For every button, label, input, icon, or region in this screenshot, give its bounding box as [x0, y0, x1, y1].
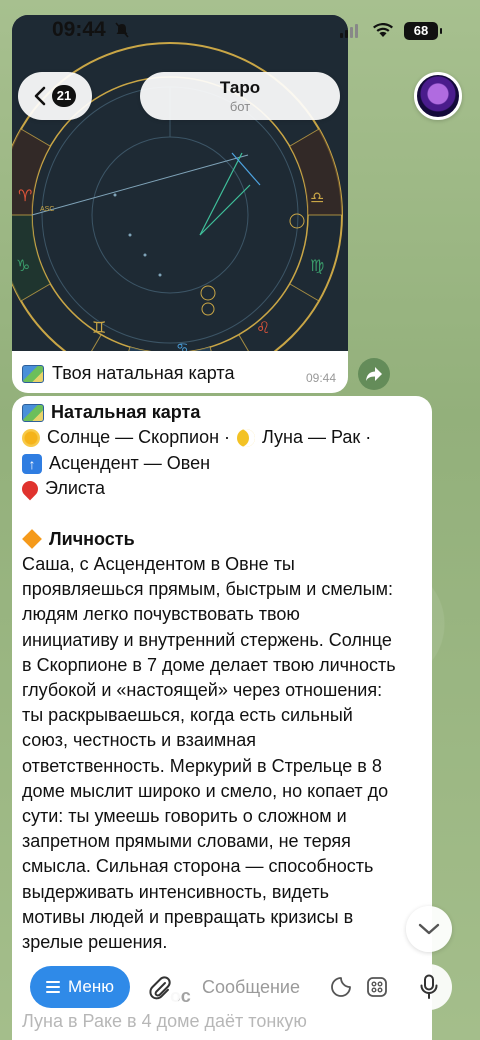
sticker-icon[interactable]: [330, 976, 352, 998]
paragraph-line: в Скорпионе в 7 доме делает твою личност…: [22, 654, 396, 675]
map-emoji-icon: [22, 403, 44, 422]
paragraph-line: мотивы людей и превращать кризисы в: [22, 906, 354, 927]
svg-text:♍: ♍: [310, 256, 324, 275]
moon-icon: [237, 429, 256, 448]
clock: 09:44: [52, 18, 106, 41]
chat-subtitle: бот: [229, 99, 251, 114]
svg-text:♈: ♈: [18, 186, 32, 205]
message-input[interactable]: [202, 974, 322, 1000]
microphone-icon: [420, 974, 438, 999]
map-emoji-icon: [22, 364, 44, 383]
sun-sign-text: Солнце — Скорпион ·: [47, 427, 231, 448]
paragraph-line: инициативу и внутренний стержень. Солнце: [22, 629, 392, 650]
city-text: Элиста: [45, 478, 105, 499]
chevron-down-icon: [418, 923, 440, 935]
paragraph-line: союз, честность и взаимная: [22, 730, 256, 751]
message-input-container[interactable]: [190, 964, 400, 1010]
svg-text:♎: ♎: [310, 188, 324, 207]
paragraph-line: сути: ты умеешь говорить о сложном и: [22, 806, 347, 827]
moon-sign-text: Луна — Рак ·: [262, 427, 372, 448]
bot-avatar[interactable]: [414, 72, 462, 120]
personality-paragraph: Саша, с Асцендентом в Овне ты проявляешь…: [22, 552, 424, 955]
section-title-line: Личность: [22, 527, 422, 552]
wifi-icon: [373, 23, 393, 37]
status-bar: 09:44 68: [0, 0, 480, 60]
paragraph-line: ответственность. Меркурий в Стрельце в 8: [22, 755, 382, 776]
chat-name: Таро: [219, 78, 261, 97]
paragraph-line: проявляешься прямым, быстрым и смелым:: [22, 579, 393, 600]
paragraph-line: зрелые решения.: [22, 932, 168, 953]
menu-button[interactable]: Меню: [30, 966, 130, 1008]
emoji-icon[interactable]: [366, 976, 388, 998]
paragraph-line: ты раскрываешься, когда есть сильный: [22, 705, 353, 726]
battery-indicator: 68: [404, 22, 442, 40]
mute-icon: [115, 22, 129, 38]
svg-text:♋: ♋: [176, 341, 189, 351]
message-heading-line: Натальная карта: [22, 400, 422, 425]
orange-diamond-icon: [22, 529, 42, 550]
paragraph-line: глубокой и «настоящей» через отношения:: [22, 680, 383, 701]
back-button[interactable]: 21: [18, 72, 92, 120]
up-arrow-icon: ↑: [22, 453, 42, 474]
sun-icon: [22, 429, 40, 448]
ascendant-text: Асцендент — Овен: [49, 452, 211, 473]
pin-icon: [18, 477, 42, 501]
faded-line: Луна в Раке в 4 доме даёт тонкую: [22, 1011, 307, 1031]
unread-count-badge: 21: [51, 85, 77, 107]
forward-arrow-icon: [366, 367, 382, 381]
caption-text: Твоя натальная карта: [52, 363, 235, 383]
city-line: Элиста: [18, 476, 422, 501]
paragraph-line: Саша, с Асцендентом в Овне ты: [22, 554, 295, 575]
paragraph-line: доме мыслит широко и смело, но копает до: [22, 780, 389, 801]
section-title: Личность: [49, 528, 135, 549]
svg-text:ASC: ASC: [40, 206, 54, 213]
svg-text:♑: ♑: [16, 256, 30, 275]
ascendant-line: ↑ Асцендент — Овен: [22, 451, 422, 476]
message-heading: Натальная карта: [51, 402, 201, 422]
forward-button[interactable]: [358, 358, 390, 390]
paragraph-line: смысла. Сильная сторона — способность: [22, 856, 374, 877]
scroll-down-button[interactable]: [406, 906, 452, 952]
message-time: 09:44: [305, 371, 336, 385]
menu-label: Меню: [68, 977, 114, 996]
svg-text:♌: ♌: [256, 318, 270, 337]
paperclip-icon: [149, 976, 171, 1000]
paragraph-line: выдерживать интенсивность, видеть: [22, 881, 330, 902]
natal-chart-image[interactable]: ASC ♈ ♑ ♊ ♋ ♌ ♍ ♎: [12, 15, 348, 351]
attach-button[interactable]: [137, 964, 183, 1010]
voice-record-button[interactable]: [406, 964, 452, 1010]
chevron-left-icon: [34, 86, 46, 106]
menu-icon: [46, 981, 61, 993]
paragraph-line: людям легко почувствовать твою: [22, 604, 300, 625]
chat-title[interactable]: Таро бот: [140, 72, 340, 120]
paragraph-line: запретном прямыми словами, не теряя: [22, 831, 351, 852]
horoscope-message[interactable]: Натальная карта Солнце — Скорпион · Луна…: [12, 396, 432, 1040]
svg-text:♊: ♊: [92, 318, 106, 337]
sun-moon-line: Солнце — Скорпион · Луна — Рак ·: [22, 425, 422, 450]
image-caption: Твоя натальная карта: [22, 363, 234, 384]
signal-icon: [340, 24, 358, 38]
natal-chart-wheel: ASC ♈ ♑ ♊ ♋ ♌ ♍ ♎: [12, 15, 348, 351]
